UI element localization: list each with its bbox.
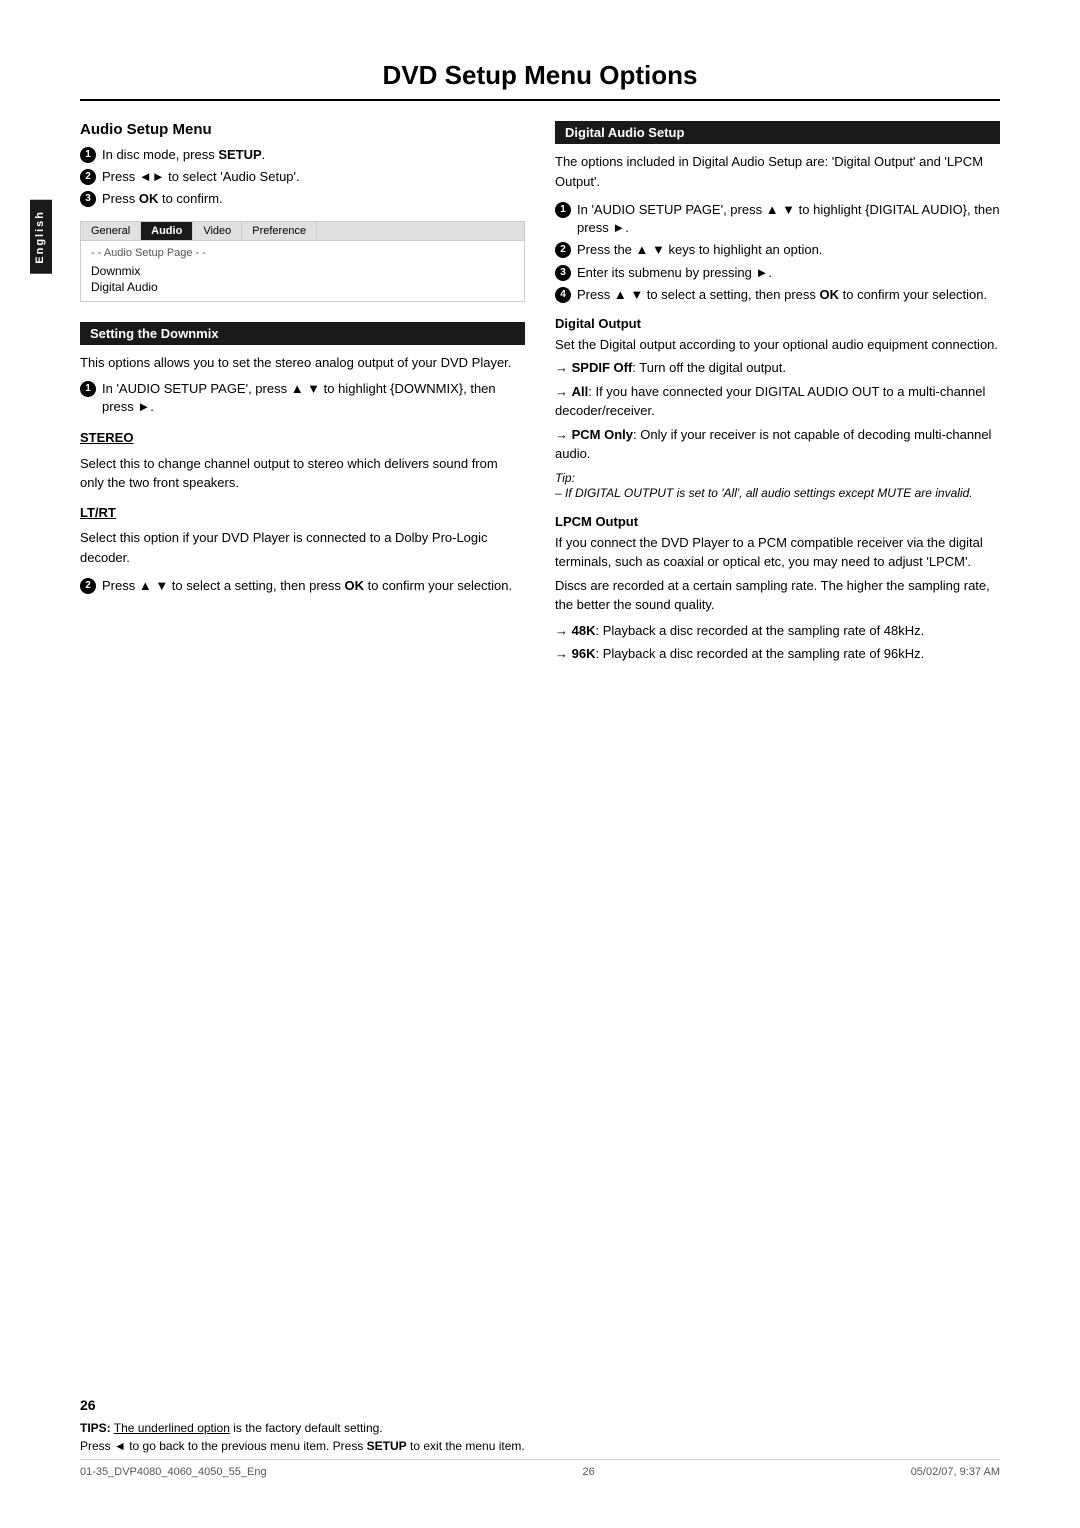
da-step-4: 4 Press ▲ ▼ to select a setting, then pr… — [555, 286, 1000, 304]
step-1-text: In disc mode, press SETUP. — [102, 146, 265, 164]
da-step-2-text: Press the ▲ ▼ keys to highlight an optio… — [577, 241, 822, 259]
english-tab: English — [30, 200, 52, 274]
downmix-steps: 1 In 'AUDIO SETUP PAGE', press ▲ ▼ to hi… — [80, 380, 525, 416]
menu-box-subtitle: - - Audio Setup Page - - — [91, 247, 514, 259]
lpcm-intro: If you connect the DVD Player to a PCM c… — [555, 533, 1000, 572]
digital-audio-heading: Digital Audio Setup — [555, 121, 1000, 144]
tips-line: TIPS: The underlined option is the facto… — [80, 1421, 1000, 1435]
main-content: Audio Setup Menu 1 In disc mode, press S… — [80, 121, 1000, 668]
ltrt-text: Select this option if your DVD Player is… — [80, 528, 525, 567]
footer-right: 05/02/07, 9:37 AM — [911, 1466, 1000, 1478]
menu-box: General Audio Video Preference - - Audio… — [80, 221, 525, 302]
audio-setup-heading: Audio Setup Menu — [80, 121, 525, 138]
tips-text1: The underlined option is the factory def… — [114, 1421, 383, 1435]
stereo-text: Select this to change channel output to … — [80, 454, 525, 493]
page-title: DVD Setup Menu Options — [80, 60, 1000, 101]
digital-output-title: Digital Output — [555, 316, 1000, 331]
tip-text: – If DIGITAL OUTPUT is set to 'All', all… — [555, 486, 973, 500]
step-num-3: 3 — [80, 191, 96, 207]
downmix-step-1-text: In 'AUDIO SETUP PAGE', press ▲ ▼ to high… — [102, 380, 525, 416]
downmix-step-2: 2 Press ▲ ▼ to select a setting, then pr… — [80, 577, 525, 595]
all-text: : If you have connected your DIGITAL AUD… — [555, 384, 985, 419]
spdif-bullet: SPDIF Off: Turn off the digital output. — [555, 358, 1000, 378]
pcm-bullet: PCM Only: Only if your receiver is not c… — [555, 425, 1000, 464]
step-3-text: Press OK to confirm. — [102, 190, 223, 208]
page-container: English DVD Setup Menu Options Audio Set… — [0, 0, 1080, 1528]
tips-label: TIPS: — [80, 1421, 111, 1435]
menu-box-body: - - Audio Setup Page - - Downmix Digital… — [81, 241, 524, 301]
footer-center: 26 — [583, 1466, 595, 1478]
footer-left: 01-35_DVP4080_4060_4050_55_Eng — [80, 1466, 267, 1478]
ltrt-title: LT/RT — [80, 503, 525, 523]
audio-setup-section: Audio Setup Menu 1 In disc mode, press S… — [80, 121, 525, 302]
downmix-section: Setting the Downmix This options allows … — [80, 322, 525, 596]
da-step-4-text: Press ▲ ▼ to select a setting, then pres… — [577, 286, 987, 304]
da-step-1: 1 In 'AUDIO SETUP PAGE', press ▲ ▼ to hi… — [555, 201, 1000, 237]
page-number: 26 — [80, 1397, 1000, 1413]
digital-output-block: Digital Output Set the Digital output ac… — [555, 316, 1000, 500]
downmix-step-num-1: 1 — [80, 381, 96, 397]
menu-item-digital-audio: Digital Audio — [91, 279, 514, 295]
ltrt-block: LT/RT Select this option if your DVD Pla… — [80, 503, 525, 568]
step-2: 2 Press ◄► to select 'Audio Setup'. — [80, 168, 525, 186]
da-step-num-3: 3 — [555, 265, 571, 281]
page-footer: 26 TIPS: The underlined option is the fa… — [80, 1389, 1000, 1478]
step-num-2: 2 — [80, 169, 96, 185]
downmix-heading: Setting the Downmix — [80, 322, 525, 345]
menu-item-downmix: Downmix — [91, 263, 514, 279]
right-column: Digital Audio Setup The options included… — [555, 121, 1000, 668]
da-step-num-4: 4 — [555, 287, 571, 303]
all-bullet: All: If you have connected your DIGITAL … — [555, 382, 1000, 421]
audio-setup-steps: 1 In disc mode, press SETUP. 2 Press ◄► … — [80, 146, 525, 209]
lpcm-title: LPCM Output — [555, 514, 1000, 529]
tab-video: Video — [193, 222, 242, 240]
tip-label: Tip: — [555, 471, 575, 485]
da-step-num-1: 1 — [555, 202, 571, 218]
stereo-block: STEREO Select this to change channel out… — [80, 428, 525, 493]
tab-audio: Audio — [141, 222, 193, 240]
da-step-3-text: Enter its submenu by pressing ►. — [577, 264, 772, 282]
downmix-step-2-text: Press ▲ ▼ to select a setting, then pres… — [102, 577, 512, 595]
48k-bullet: 48K: Playback a disc recorded at the sam… — [555, 621, 1000, 641]
tip-block: Tip: – If DIGITAL OUTPUT is set to 'All'… — [555, 470, 1000, 500]
da-step-3: 3 Enter its submenu by pressing ►. — [555, 264, 1000, 282]
tab-preference: Preference — [242, 222, 317, 240]
96k-label: 96K — [572, 646, 596, 661]
tips-text2: Press ◄ to go back to the previous menu … — [80, 1439, 525, 1453]
da-step-1-text: In 'AUDIO SETUP PAGE', press ▲ ▼ to high… — [577, 201, 1000, 237]
downmix-step-1: 1 In 'AUDIO SETUP PAGE', press ▲ ▼ to hi… — [80, 380, 525, 416]
footer-meta: 01-35_DVP4080_4060_4050_55_Eng 26 05/02/… — [80, 1459, 1000, 1478]
digital-audio-intro: The options included in Digital Audio Se… — [555, 152, 1000, 191]
da-step-num-2: 2 — [555, 242, 571, 258]
48k-label: 48K — [572, 623, 596, 638]
digital-audio-section: Digital Audio Setup The options included… — [555, 121, 1000, 664]
48k-text: : Playback a disc recorded at the sampli… — [595, 623, 924, 638]
96k-bullet: 96K: Playback a disc recorded at the sam… — [555, 644, 1000, 664]
spdif-text: : Turn off the digital output. — [632, 360, 786, 375]
stereo-title: STEREO — [80, 428, 525, 448]
digital-audio-steps: 1 In 'AUDIO SETUP PAGE', press ▲ ▼ to hi… — [555, 201, 1000, 304]
step-3: 3 Press OK to confirm. — [80, 190, 525, 208]
da-step-2: 2 Press the ▲ ▼ keys to highlight an opt… — [555, 241, 1000, 259]
96k-text: : Playback a disc recorded at the sampli… — [595, 646, 924, 661]
step-num-1: 1 — [80, 147, 96, 163]
pcm-label: PCM Only — [572, 427, 633, 442]
digital-output-intro: Set the Digital output according to your… — [555, 335, 1000, 355]
lpcm-text2: Discs are recorded at a certain sampling… — [555, 576, 1000, 615]
tips-line-2: Press ◄ to go back to the previous menu … — [80, 1439, 1000, 1453]
downmix-step-num-2: 2 — [80, 578, 96, 594]
spdif-label: SPDIF Off — [572, 360, 633, 375]
downmix-step2-list: 2 Press ▲ ▼ to select a setting, then pr… — [80, 577, 525, 595]
menu-box-header: General Audio Video Preference — [81, 222, 524, 241]
left-column: Audio Setup Menu 1 In disc mode, press S… — [80, 121, 525, 668]
step-1: 1 In disc mode, press SETUP. — [80, 146, 525, 164]
step-2-text: Press ◄► to select 'Audio Setup'. — [102, 168, 300, 186]
all-label: All — [572, 384, 589, 399]
downmix-intro: This options allows you to set the stere… — [80, 353, 525, 373]
tab-general: General — [81, 222, 141, 240]
tips-underline: The underlined option — [114, 1421, 230, 1435]
lpcm-block: LPCM Output If you connect the DVD Playe… — [555, 514, 1000, 664]
